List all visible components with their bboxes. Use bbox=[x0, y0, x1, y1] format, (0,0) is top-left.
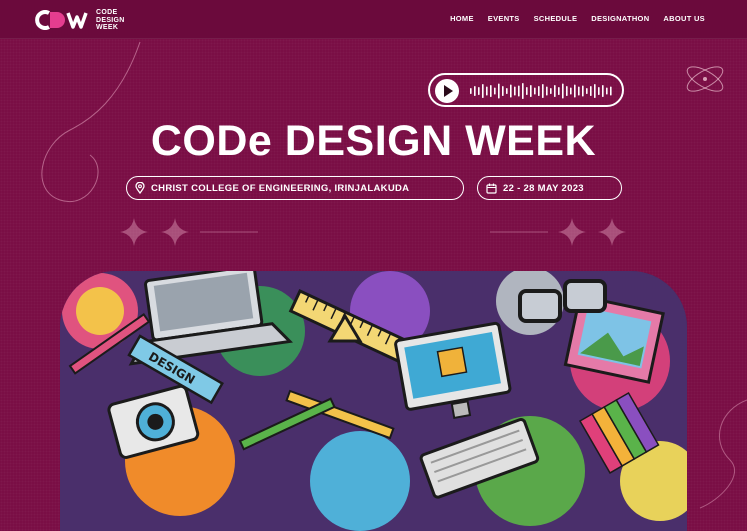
waveform-bar bbox=[538, 86, 540, 96]
waveform-icon bbox=[470, 83, 612, 99]
calendar-icon bbox=[486, 183, 497, 194]
sparkle-divider-right bbox=[490, 218, 626, 246]
decorative-swirl-right bbox=[699, 399, 747, 509]
waveform-bar bbox=[494, 87, 496, 95]
hero-illustration: DESIGN bbox=[60, 271, 687, 531]
sparkle-divider-left bbox=[120, 218, 258, 246]
cdw-logo-mark bbox=[35, 10, 88, 31]
waveform-bar bbox=[590, 86, 592, 96]
cdw-logo[interactable]: CODE DESIGN WEEK bbox=[32, 9, 125, 32]
nav-schedule[interactable]: SCHEDULE bbox=[534, 14, 578, 23]
waveform-bar bbox=[526, 87, 528, 95]
waveform-bar bbox=[502, 86, 504, 96]
waveform-bar bbox=[570, 87, 572, 95]
atom-icon bbox=[686, 66, 724, 92]
waveform-bar bbox=[514, 86, 516, 96]
main-nav: HOME EVENTS SCHEDULE DESIGNATHON ABOUT U… bbox=[450, 14, 705, 23]
page-title: CODe DESIGN WEEK bbox=[150, 117, 597, 165]
waveform-bar bbox=[586, 88, 588, 94]
logo-line-week: WEEK bbox=[96, 24, 119, 31]
waveform-bar bbox=[470, 88, 472, 94]
waveform-bar bbox=[518, 85, 520, 97]
waveform-bar bbox=[606, 87, 608, 95]
dates-text: 22 - 28 MAY 2023 bbox=[503, 182, 584, 194]
waveform-bar bbox=[534, 87, 536, 95]
dates-badge: 22 - 28 MAY 2023 bbox=[477, 176, 622, 200]
waveform-bar bbox=[598, 87, 600, 95]
logo-line-code: CODE bbox=[96, 9, 118, 16]
waveform-bar bbox=[498, 83, 500, 99]
waveform-bar bbox=[482, 84, 484, 98]
waveform-bar bbox=[574, 84, 576, 98]
venue-text: CHRIST COLLEGE OF ENGINEERING, IRINJALAK… bbox=[151, 182, 410, 194]
waveform-bar bbox=[530, 85, 532, 97]
location-pin-icon bbox=[135, 182, 145, 194]
waveform-bar bbox=[542, 84, 544, 98]
waveform-bar bbox=[610, 86, 612, 96]
waveform-bar bbox=[546, 86, 548, 96]
nav-home[interactable]: HOME bbox=[450, 14, 474, 23]
venue-badge: CHRIST COLLEGE OF ENGINEERING, IRINJALAK… bbox=[126, 176, 464, 200]
waveform-bar bbox=[602, 85, 604, 97]
waveform-bar bbox=[582, 85, 584, 97]
logo-line-design: DESIGN bbox=[96, 16, 125, 24]
nav-designathon[interactable]: DESIGNATHON bbox=[591, 14, 649, 23]
waveform-bar bbox=[478, 87, 480, 95]
top-nav-bar: CODE DESIGN WEEK HOME EVENTS SCHEDULE DE… bbox=[0, 0, 747, 39]
waveform-bar bbox=[486, 86, 488, 96]
doodle-collage-image: DESIGN bbox=[60, 271, 687, 531]
waveform-bar bbox=[578, 86, 580, 96]
waveform-bar bbox=[566, 86, 568, 96]
logo-wordmark: CODE DESIGN WEEK bbox=[96, 9, 125, 32]
nav-about-us[interactable]: ABOUT US bbox=[663, 14, 705, 23]
waveform-bar bbox=[594, 84, 596, 98]
waveform-bar bbox=[550, 88, 552, 94]
waveform-bar bbox=[522, 83, 524, 99]
waveform-bar bbox=[490, 85, 492, 97]
waveform-bar bbox=[562, 83, 564, 99]
audio-player[interactable] bbox=[428, 73, 624, 107]
nav-events[interactable]: EVENTS bbox=[488, 14, 520, 23]
waveform-bar bbox=[510, 84, 512, 98]
waveform-bar bbox=[506, 88, 508, 94]
waveform-bar bbox=[554, 85, 556, 97]
play-icon[interactable] bbox=[435, 79, 459, 103]
waveform-bar bbox=[558, 87, 560, 95]
waveform-bar bbox=[474, 86, 476, 96]
